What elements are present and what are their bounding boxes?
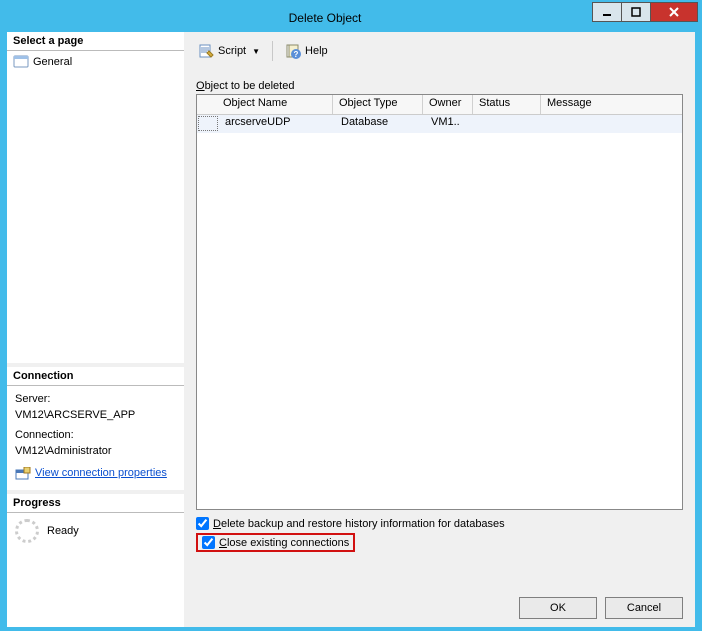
cell-object-type: Database [335,115,425,133]
close-connections-checkbox-row[interactable]: Close existing connections [202,535,349,550]
progress-section: Progress Ready [7,494,184,627]
titlebar[interactable]: Delete Object [4,4,698,32]
minimize-button[interactable] [592,2,622,22]
right-panel: Script ▼ ? Help Object to be deleted Obj… [184,32,695,627]
connection-props-icon [15,467,31,481]
help-label: Help [305,45,328,57]
close-connections-highlight: Close existing connections [196,533,355,552]
toolbar: Script ▼ ? Help [184,32,695,68]
maximize-button[interactable] [621,2,651,22]
progress-spinner-icon [15,519,39,543]
svg-text:?: ? [294,50,299,59]
col-status[interactable]: Status [473,95,541,114]
col-object-name[interactable]: Object Name [217,95,333,114]
connection-section: Connection Server: VM12\ARCSERVE_APP Con… [7,367,184,490]
row-indicator-icon [198,116,218,131]
table-row[interactable]: arcserveUDP Database VM1.. [197,115,682,133]
script-icon [198,43,214,59]
object-list-label: Object to be deleted [196,80,683,92]
ok-button[interactable]: OK [519,597,597,619]
connection-label: Connection: [15,428,176,444]
close-icon [668,6,680,18]
page-general-label: General [33,56,72,68]
chevron-down-icon: ▼ [252,47,260,56]
connection-header: Connection [7,367,184,386]
window-body: Select a page General Connection Server:… [7,32,695,627]
col-object-type[interactable]: Object Type [333,95,423,114]
cancel-button[interactable]: Cancel [605,597,683,619]
cell-owner: VM1.. [425,115,475,133]
server-value: VM12\ARCSERVE_APP [15,408,176,424]
close-connections-checkbox[interactable] [202,536,215,549]
grid-header: Object Name Object Type Owner Status Mes… [197,95,682,115]
main-content: Object to be deleted Object Name Object … [184,68,695,585]
page-icon [13,55,29,68]
view-connection-properties-link[interactable]: View connection properties [35,466,167,482]
object-grid[interactable]: Object Name Object Type Owner Status Mes… [196,94,683,510]
minimize-icon [602,7,612,17]
help-button[interactable]: ? Help [281,41,332,61]
maximize-icon [631,7,641,17]
delete-history-checkbox-row[interactable]: Delete backup and restore history inform… [196,516,683,531]
delete-object-window: Delete Object Select a page [4,4,698,627]
window-controls [593,2,698,22]
cell-status [475,115,543,133]
delete-history-checkbox[interactable] [196,517,209,530]
left-panel: Select a page General Connection Server:… [7,32,184,627]
cell-message [543,115,682,133]
script-button[interactable]: Script ▼ [194,41,264,61]
cell-object-name: arcserveUDP [219,115,335,133]
toolbar-separator [272,41,273,61]
col-owner[interactable]: Owner [423,95,473,114]
help-icon: ? [285,43,301,59]
progress-header: Progress [7,494,184,513]
select-page-section: Select a page General [7,32,184,363]
options-area: Delete backup and restore history inform… [196,516,683,552]
delete-history-label: Delete backup and restore history inform… [213,518,505,530]
server-label: Server: [15,392,176,408]
close-button[interactable] [650,2,698,22]
connection-value: VM12\Administrator [15,444,176,460]
script-label: Script [218,45,246,57]
button-bar: OK Cancel [184,585,695,619]
select-page-header: Select a page [7,32,184,51]
progress-status: Ready [47,525,79,537]
page-general[interactable]: General [13,55,178,68]
col-message[interactable]: Message [541,95,682,114]
close-connections-label: Close existing connections [219,537,349,549]
